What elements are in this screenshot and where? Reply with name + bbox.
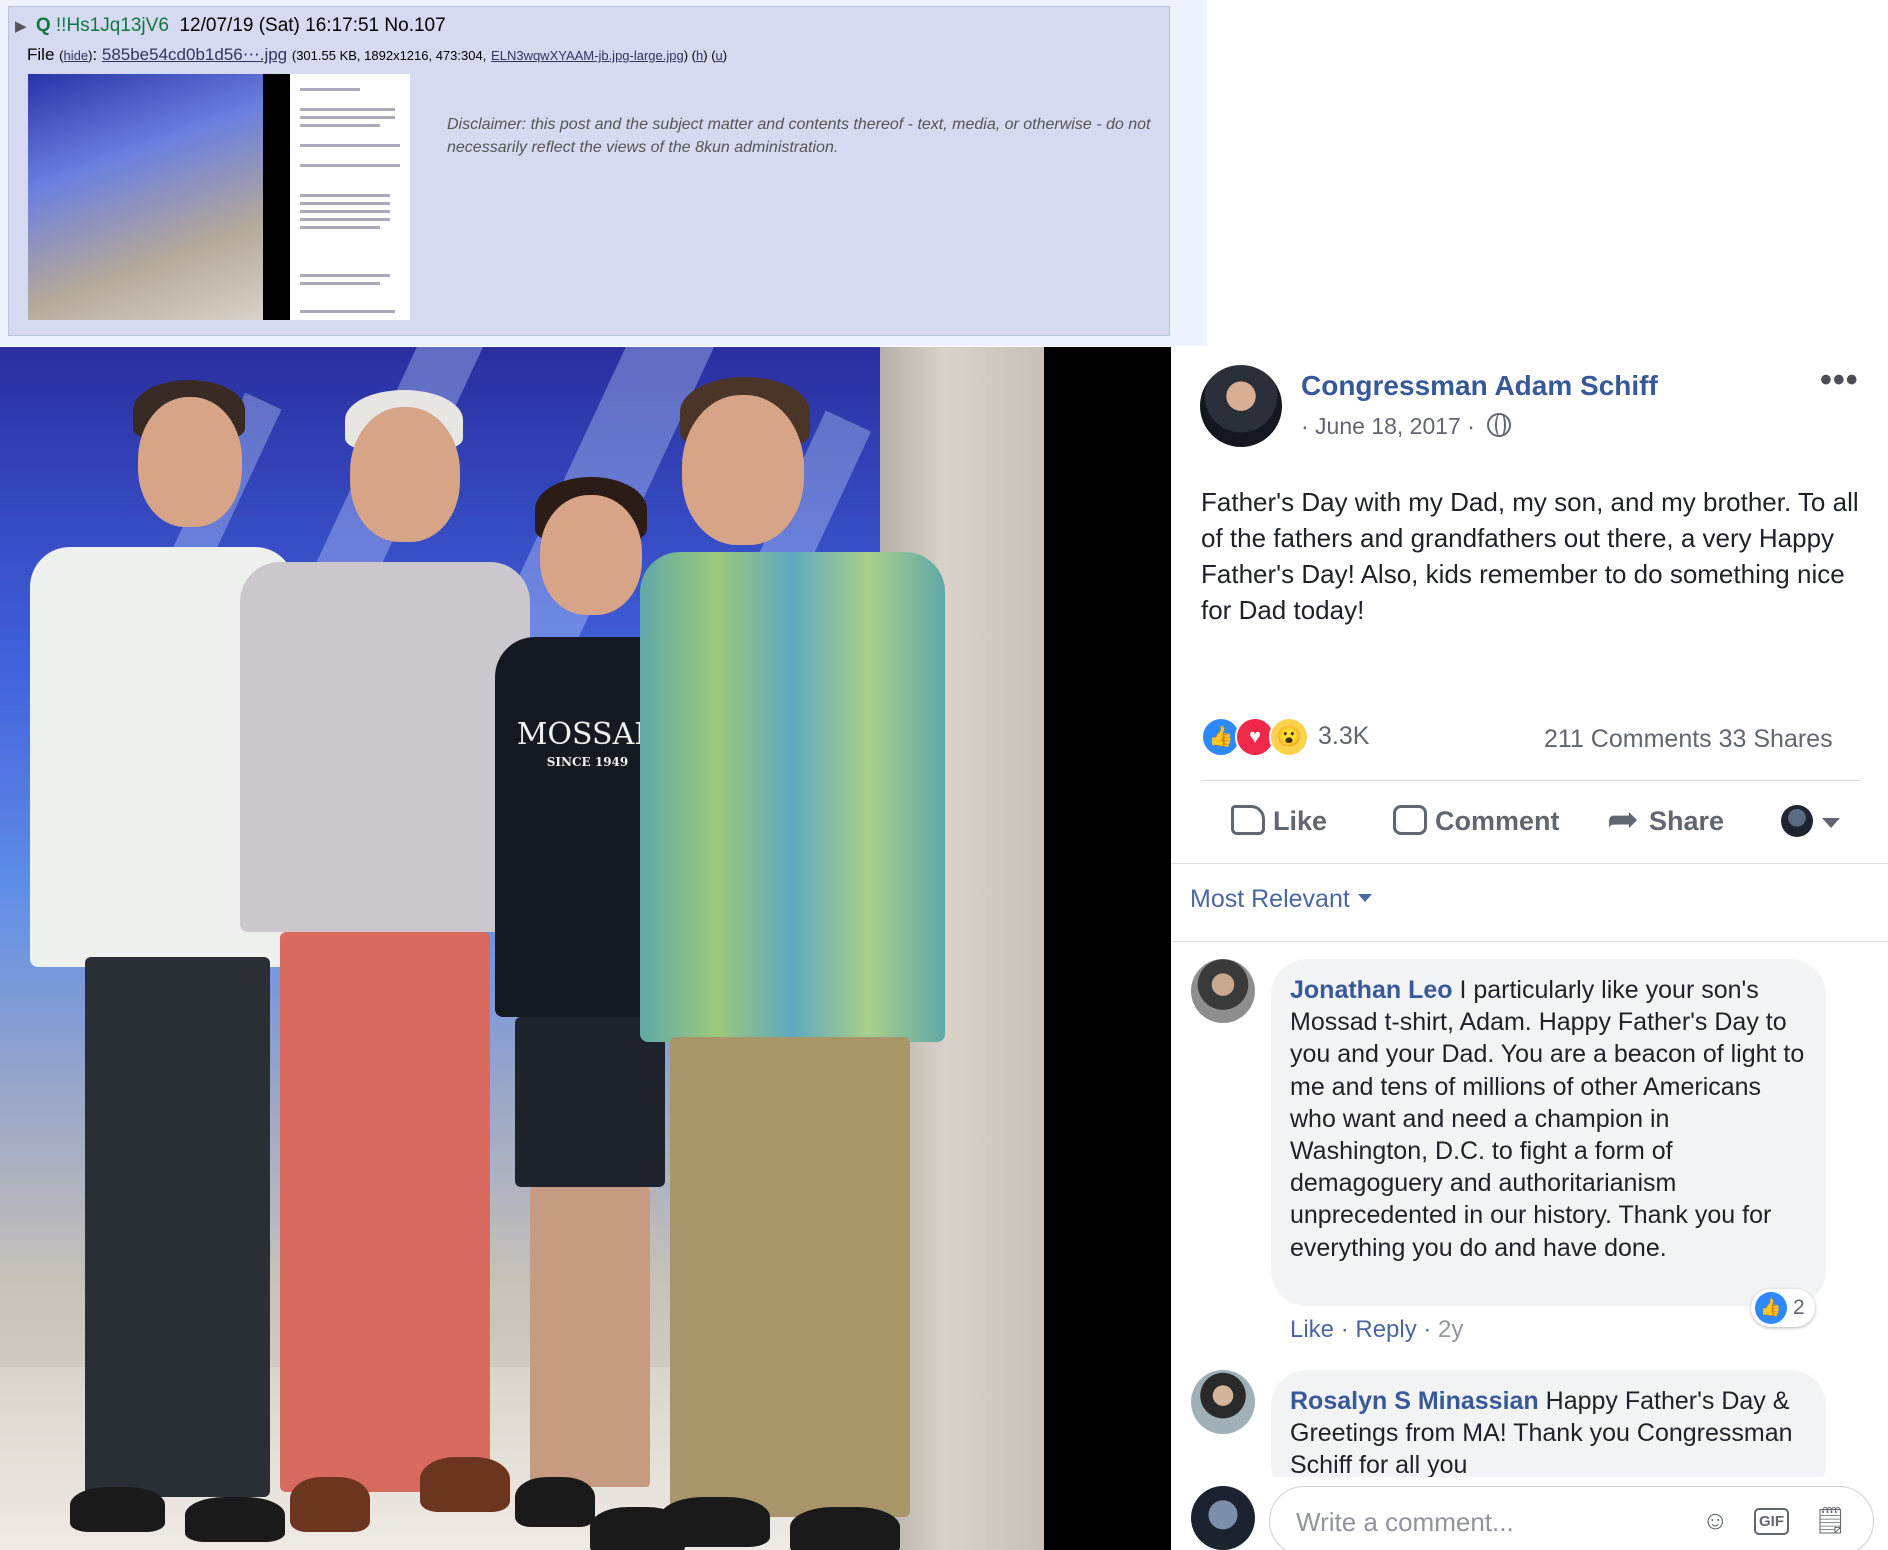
h-link[interactable]: h	[696, 48, 703, 63]
post-date: · June 18, 2017 ·	[1301, 413, 1512, 440]
comment-author-link[interactable]: Rosalyn S Minassian	[1290, 1387, 1539, 1415]
comment-body: Rosalyn S Minassian Happy Father's Day &…	[1290, 1385, 1810, 1482]
original-file-link[interactable]: ELN3wqwXYAAM-jb.jpg-large.jpg	[491, 48, 684, 63]
file-name-link[interactable]: 585be54cd0b1d56⋯.jpg	[102, 45, 287, 64]
thumbs-up-icon	[1231, 805, 1265, 835]
comment-body: Jonathan Leo I particularly like your so…	[1290, 974, 1810, 1264]
emoji-icon[interactable]: ☺	[1702, 1505, 1729, 1536]
comment-text: I particularly like your son's Mossad t-…	[1290, 976, 1805, 1262]
comment-input[interactable]: Write a comment... ☺ GIF 🗒	[1269, 1486, 1874, 1550]
comment-author-link[interactable]: Jonathan Leo	[1290, 976, 1453, 1004]
file-meta: (301.55 KB, 1892x1216, 473:304,	[291, 48, 487, 63]
write-comment-bar: Write a comment... ☺ GIF 🗒	[1171, 1477, 1888, 1550]
facebook-post-panel: Congressman Adam Schiff · June 18, 2017 …	[1171, 347, 1888, 1550]
comment-time[interactable]: 2y	[1438, 1316, 1463, 1343]
share-arrow-icon	[1607, 797, 1641, 842]
post-date-text[interactable]: · June 18, 2017 ·	[1301, 413, 1475, 439]
post: ▶ Q !!Hs1Jq13jV6 12/07/19 (Sat) 16:17:51…	[8, 6, 1170, 336]
page-name-link[interactable]: Congressman Adam Schiff	[1301, 370, 1658, 402]
comment-reaction-badge[interactable]: 👍 2	[1751, 1289, 1815, 1327]
commenter-avatar[interactable]	[1191, 959, 1255, 1023]
reaction-count[interactable]: 3.3K	[1318, 722, 1369, 751]
like-button[interactable]: Like	[1231, 805, 1327, 837]
more-options-icon[interactable]: •••	[1820, 361, 1859, 400]
comment-reply-link[interactable]: Reply	[1355, 1316, 1416, 1343]
post-datetime: 12/07/19 (Sat) 16:17:51	[179, 15, 380, 36]
comments-shares-count[interactable]: 211 Comments 33 Shares	[1544, 725, 1833, 754]
file-label: File	[27, 45, 55, 64]
wow-reaction-icon: 😮	[1269, 717, 1309, 757]
sticker-icon[interactable]: 🗒	[1814, 1505, 1847, 1536]
hide-link[interactable]: hide	[63, 48, 88, 63]
expand-triangle-icon[interactable]: ▶	[15, 18, 27, 35]
post-container: ▶ Q !!Hs1Jq13jV6 12/07/19 (Sat) 16:17:51…	[0, 0, 1207, 346]
comment-like-link[interactable]: Like	[1290, 1316, 1334, 1343]
user-avatar	[1191, 1486, 1255, 1550]
page-avatar[interactable]	[1200, 365, 1282, 447]
caret-down-icon	[1357, 894, 1372, 902]
post-thumbnail[interactable]	[28, 74, 410, 320]
post-number[interactable]: No.107	[384, 15, 445, 36]
family-photo: MOSSAD SINCE 1949	[0, 347, 1044, 1550]
comment-placeholder: Write a comment...	[1296, 1507, 1514, 1537]
thumbnail-photo	[28, 74, 263, 320]
u-link[interactable]: u	[716, 48, 723, 63]
comment-actions: Like · Reply · 2y	[1290, 1316, 1464, 1343]
like-reaction-icon: 👍	[1755, 1292, 1787, 1324]
tripcode: !!Hs1Jq13jV6	[55, 15, 169, 36]
commenter-avatar[interactable]	[1191, 1370, 1255, 1434]
comment-bubble-icon	[1393, 805, 1427, 835]
disclaimer-text: Disclaimer: this post and the subject ma…	[447, 116, 1151, 156]
comment-button[interactable]: Comment	[1393, 805, 1560, 837]
globe-icon	[1487, 413, 1512, 437]
gif-icon[interactable]: GIF	[1754, 1508, 1789, 1535]
post-header: ▶ Q !!Hs1Jq13jV6 12/07/19 (Sat) 16:17:51…	[15, 15, 446, 37]
posting-as-avatar[interactable]	[1781, 805, 1813, 837]
reaction-icons[interactable]: 👍 ♥ 😮	[1201, 717, 1311, 757]
comment-sort-dropdown[interactable]: Most Relevant	[1190, 885, 1372, 914]
file-info: File (hide): 585be54cd0b1d56⋯.jpg (301.5…	[27, 45, 728, 64]
post-text: Father's Day with my Dad, my son, and my…	[1201, 487, 1859, 625]
thumbnail-facebook-screenshot	[290, 74, 410, 320]
poster-name: Q	[35, 15, 51, 36]
share-button[interactable]: Share	[1607, 797, 1724, 842]
chevron-down-icon[interactable]	[1822, 818, 1840, 828]
